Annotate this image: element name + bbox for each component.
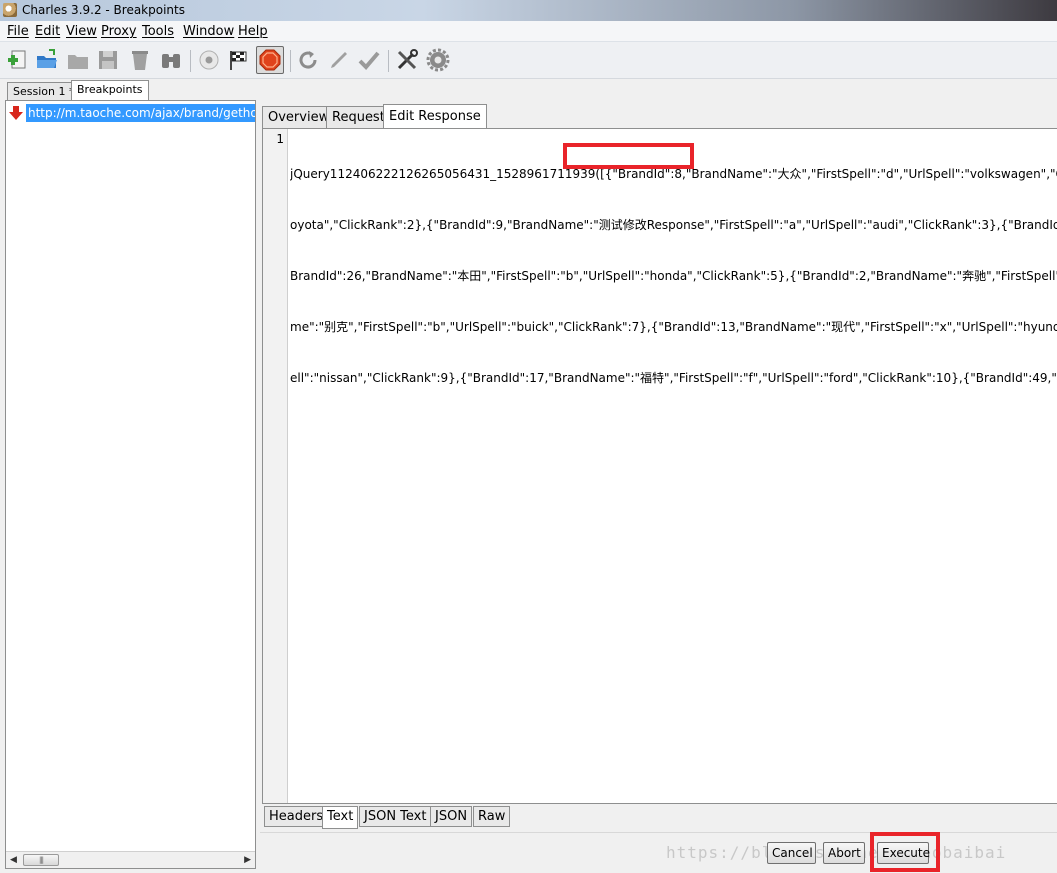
tab-headers[interactable]: Headers [264,806,329,827]
charles-app-icon [3,3,17,17]
title-bar: Charles 3.9.2 - Breakpoints [0,0,1057,21]
find-icon[interactable] [157,46,185,74]
tree-row[interactable]: http://m.taoche.com/ajax/brand/gethot [6,103,255,123]
menu-view[interactable]: View [66,24,97,39]
tab-session-1[interactable]: Session 1 * [7,82,81,100]
code-line: BrandId":26,"BrandName":"本田","FirstSpell… [290,269,1057,283]
repeat-icon[interactable] [294,46,322,74]
panel-splitter[interactable] [256,100,260,869]
abort-button[interactable]: Abort [823,842,865,864]
code-line: me":"别克","FirstSpell":"b","UrlSpell":"bu… [290,320,1057,334]
line-number: 1 [276,132,284,146]
tools-icon[interactable] [393,46,421,74]
toolbar [0,42,1057,79]
save-session-icon[interactable] [94,46,122,74]
menu-window[interactable]: Window [183,24,234,39]
clear-session-icon[interactable] [126,46,154,74]
request-tree-panel: http://m.taoche.com/ajax/brand/gethot ◀ … [5,100,256,869]
tab-json[interactable]: JSON [430,806,473,827]
execute-button[interactable]: Execute [877,842,930,864]
close-session-icon[interactable] [64,46,92,74]
tab-request[interactable]: Request [326,106,391,128]
tab-raw[interactable]: Raw [473,806,511,827]
session-tabs: Session 1 * Breakpoints [0,80,1057,100]
code-line: ell":"nissan","ClickRank":9},{"BrandId":… [290,371,1057,385]
scroll-left-icon[interactable]: ◀ [10,855,17,865]
validate-icon[interactable] [355,46,383,74]
throttle-icon[interactable] [225,46,253,74]
menu-tools[interactable]: Tools [142,24,174,39]
line-number-gutter: 1 [263,129,288,803]
menu-edit[interactable]: Edit [35,24,60,39]
menu-bar: File Edit View Proxy Tools Window Help [0,21,1057,42]
edit-icon[interactable] [325,46,353,74]
response-editor[interactable]: 1 jQuery112406222126265056431_1528961711… [262,128,1057,804]
scroll-thumb[interactable]: ||| [23,854,59,866]
settings-icon[interactable] [424,46,452,74]
breakpoint-arrow-icon [9,106,23,120]
tree-horizontal-scrollbar[interactable]: ◀ ||| ▶ [6,851,255,868]
scroll-right-icon[interactable]: ▶ [244,855,251,865]
toolbar-separator [290,50,291,72]
menu-file[interactable]: File [7,24,29,39]
tab-edit-response[interactable]: Edit Response [383,104,487,128]
toolbar-separator [388,50,389,72]
action-bar: https://blog.csdn.net/xiaobaibai Cancel … [260,832,1057,869]
record-icon[interactable] [195,46,223,74]
cancel-button[interactable]: Cancel [767,842,816,864]
menu-proxy[interactable]: Proxy [101,24,137,39]
selected-request-url[interactable]: http://m.taoche.com/ajax/brand/gethot [26,104,255,122]
tab-text[interactable]: Text [322,806,359,829]
tab-breakpoints[interactable]: Breakpoints [71,80,149,100]
toolbar-separator [190,50,191,72]
window-title: Charles 3.9.2 - Breakpoints [22,3,185,17]
open-session-icon[interactable] [33,46,61,74]
menu-help[interactable]: Help [238,24,268,39]
tab-overview[interactable]: Overview [262,106,336,128]
response-body-text[interactable]: jQuery112406222126265056431_152896171193… [290,132,1057,421]
code-line: jQuery112406222126265056431_152896171193… [290,167,1057,181]
breakpoints-icon[interactable] [256,46,284,74]
code-line: oyota","ClickRank":2},{"BrandId":9,"Bran… [290,218,1057,232]
new-session-icon[interactable] [4,46,32,74]
tab-json-text[interactable]: JSON Text [359,806,432,827]
